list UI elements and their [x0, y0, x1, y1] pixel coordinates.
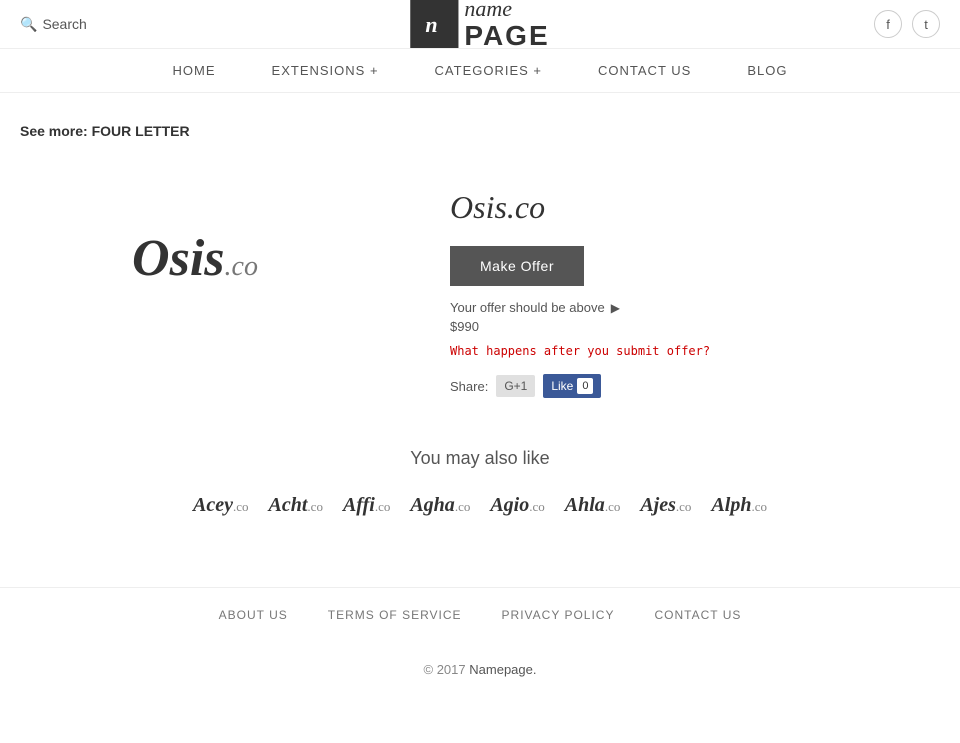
share-label: Share:	[450, 379, 488, 394]
footer-nav: ABOUT US TERMS OF SERVICE PRIVACY POLICY…	[0, 587, 960, 642]
offer-hint-text: Your offer should be above	[450, 300, 605, 315]
logo-svg: n	[418, 8, 450, 40]
domain-list: Acey.co Acht.co Affi.co Agha.co Agio.co …	[20, 494, 940, 517]
search-icon: 🔍	[20, 16, 37, 33]
domain-tld-display: .co	[225, 251, 258, 282]
nav-contact[interactable]: CONTACT US	[570, 49, 719, 92]
domain-logo-display: Osis.co	[20, 169, 370, 348]
nav-extensions[interactable]: EXTENSIONS +	[244, 49, 407, 92]
search-area[interactable]: 🔍 Search	[20, 16, 87, 33]
google-plus-button[interactable]: G+1	[496, 375, 535, 397]
logo-text: name PAGE	[464, 0, 549, 52]
offer-amount: $990	[450, 319, 940, 334]
arrow-icon: ▶	[611, 301, 620, 315]
logo-name: name	[464, 0, 549, 21]
list-item[interactable]: Ajes.co	[640, 494, 691, 517]
domain-card-name: Ajes	[640, 494, 676, 516]
fb-like-count: 0	[577, 378, 593, 394]
nav-blog[interactable]: BLOG	[719, 49, 815, 92]
list-item[interactable]: Acht.co	[269, 494, 323, 517]
domain-card-name: Ahla	[565, 494, 605, 516]
brand-link[interactable]: Namepage.	[469, 662, 536, 677]
facebook-icon[interactable]: f	[874, 10, 902, 38]
footer-about[interactable]: ABOUT US	[219, 608, 288, 622]
domain-card-tld: .co	[751, 499, 767, 514]
list-item[interactable]: Ahla.co	[565, 494, 621, 517]
fb-like-label: Like	[551, 379, 573, 393]
see-more: See more: FOUR LETTER	[20, 123, 940, 139]
footer-terms[interactable]: TERMS OF SERVICE	[328, 608, 462, 622]
main-content: See more: FOUR LETTER Osis.co Osis.co Ma…	[0, 93, 960, 587]
logo-link[interactable]: n name PAGE	[410, 0, 549, 52]
submit-link[interactable]: What happens after you submit offer?	[450, 344, 940, 358]
domain-card-tld: .co	[676, 499, 692, 514]
list-item[interactable]: Agio.co	[490, 494, 544, 517]
also-like-title: You may also like	[20, 448, 940, 469]
domain-name-display: Osis	[132, 230, 224, 287]
logo-page: PAGE	[464, 21, 549, 52]
domain-logo-text: Osis.co	[132, 229, 258, 288]
domain-card-tld: .co	[529, 499, 545, 514]
list-item[interactable]: Affi.co	[343, 494, 390, 517]
footer-privacy[interactable]: PRIVACY POLICY	[502, 608, 615, 622]
footer-contact[interactable]: CONTACT US	[654, 608, 741, 622]
domain-card-tld: .co	[307, 499, 323, 514]
share-row: Share: G+1 Like 0	[450, 374, 940, 398]
domain-card-name: Acht	[269, 494, 308, 516]
list-item[interactable]: Agha.co	[410, 494, 470, 517]
see-more-prefix: See more:	[20, 123, 88, 139]
facebook-like-button[interactable]: Like 0	[543, 374, 601, 398]
domain-card-tld: .co	[233, 499, 249, 514]
footer-copyright: © 2017 Namepage.	[0, 642, 960, 697]
copyright-text: © 2017	[424, 662, 466, 677]
search-label[interactable]: Search	[42, 16, 86, 32]
header: 🔍 Search n name PAGE f t	[0, 0, 960, 49]
social-links: f t	[874, 10, 940, 38]
domain-card-name: Agio	[490, 494, 529, 516]
see-more-value[interactable]: FOUR LETTER	[92, 123, 190, 139]
nav-categories[interactable]: CATEGORIES +	[407, 49, 570, 92]
svg-text:n: n	[425, 12, 437, 37]
domain-card-name: Agha	[410, 494, 454, 516]
domain-title: Osis.co	[450, 189, 940, 226]
domain-card-tld: .co	[375, 499, 391, 514]
nav-home[interactable]: HOME	[145, 49, 244, 92]
domain-area: Osis.co Osis.co Make Offer Your offer sh…	[20, 169, 940, 398]
logo: n name PAGE	[410, 0, 549, 52]
main-nav: HOME EXTENSIONS + CATEGORIES + CONTACT U…	[0, 49, 960, 93]
logo-icon: n	[410, 0, 458, 48]
domain-card-name: Acey	[193, 494, 233, 516]
offer-hint: Your offer should be above ▶	[450, 300, 940, 315]
domain-card-name: Alph	[711, 494, 751, 516]
domain-card-tld: .co	[455, 499, 471, 514]
twitter-icon[interactable]: t	[912, 10, 940, 38]
make-offer-button[interactable]: Make Offer	[450, 246, 584, 286]
domain-info: Osis.co Make Offer Your offer should be …	[450, 169, 940, 398]
list-item[interactable]: Acey.co	[193, 494, 249, 517]
list-item[interactable]: Alph.co	[711, 494, 767, 517]
domain-card-name: Affi	[343, 494, 375, 516]
also-like-section: You may also like Acey.co Acht.co Affi.c…	[20, 448, 940, 517]
domain-card-tld: .co	[605, 499, 621, 514]
